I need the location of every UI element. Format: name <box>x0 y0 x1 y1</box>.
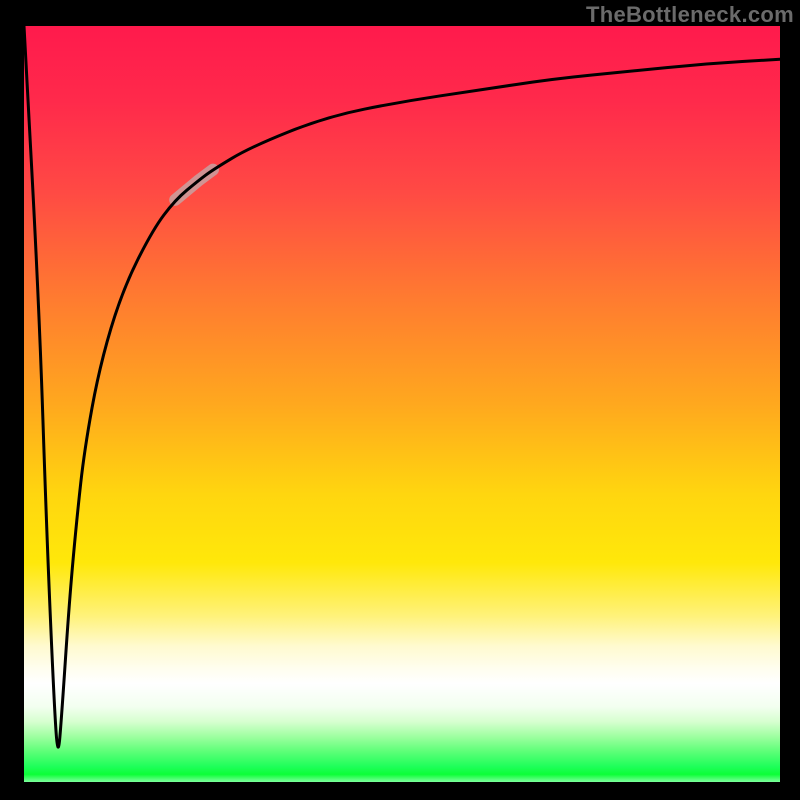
curve-svg <box>24 26 780 782</box>
curve-line <box>24 26 780 747</box>
watermark-text: TheBottleneck.com <box>586 2 794 28</box>
chart-container: TheBottleneck.com <box>0 0 800 800</box>
